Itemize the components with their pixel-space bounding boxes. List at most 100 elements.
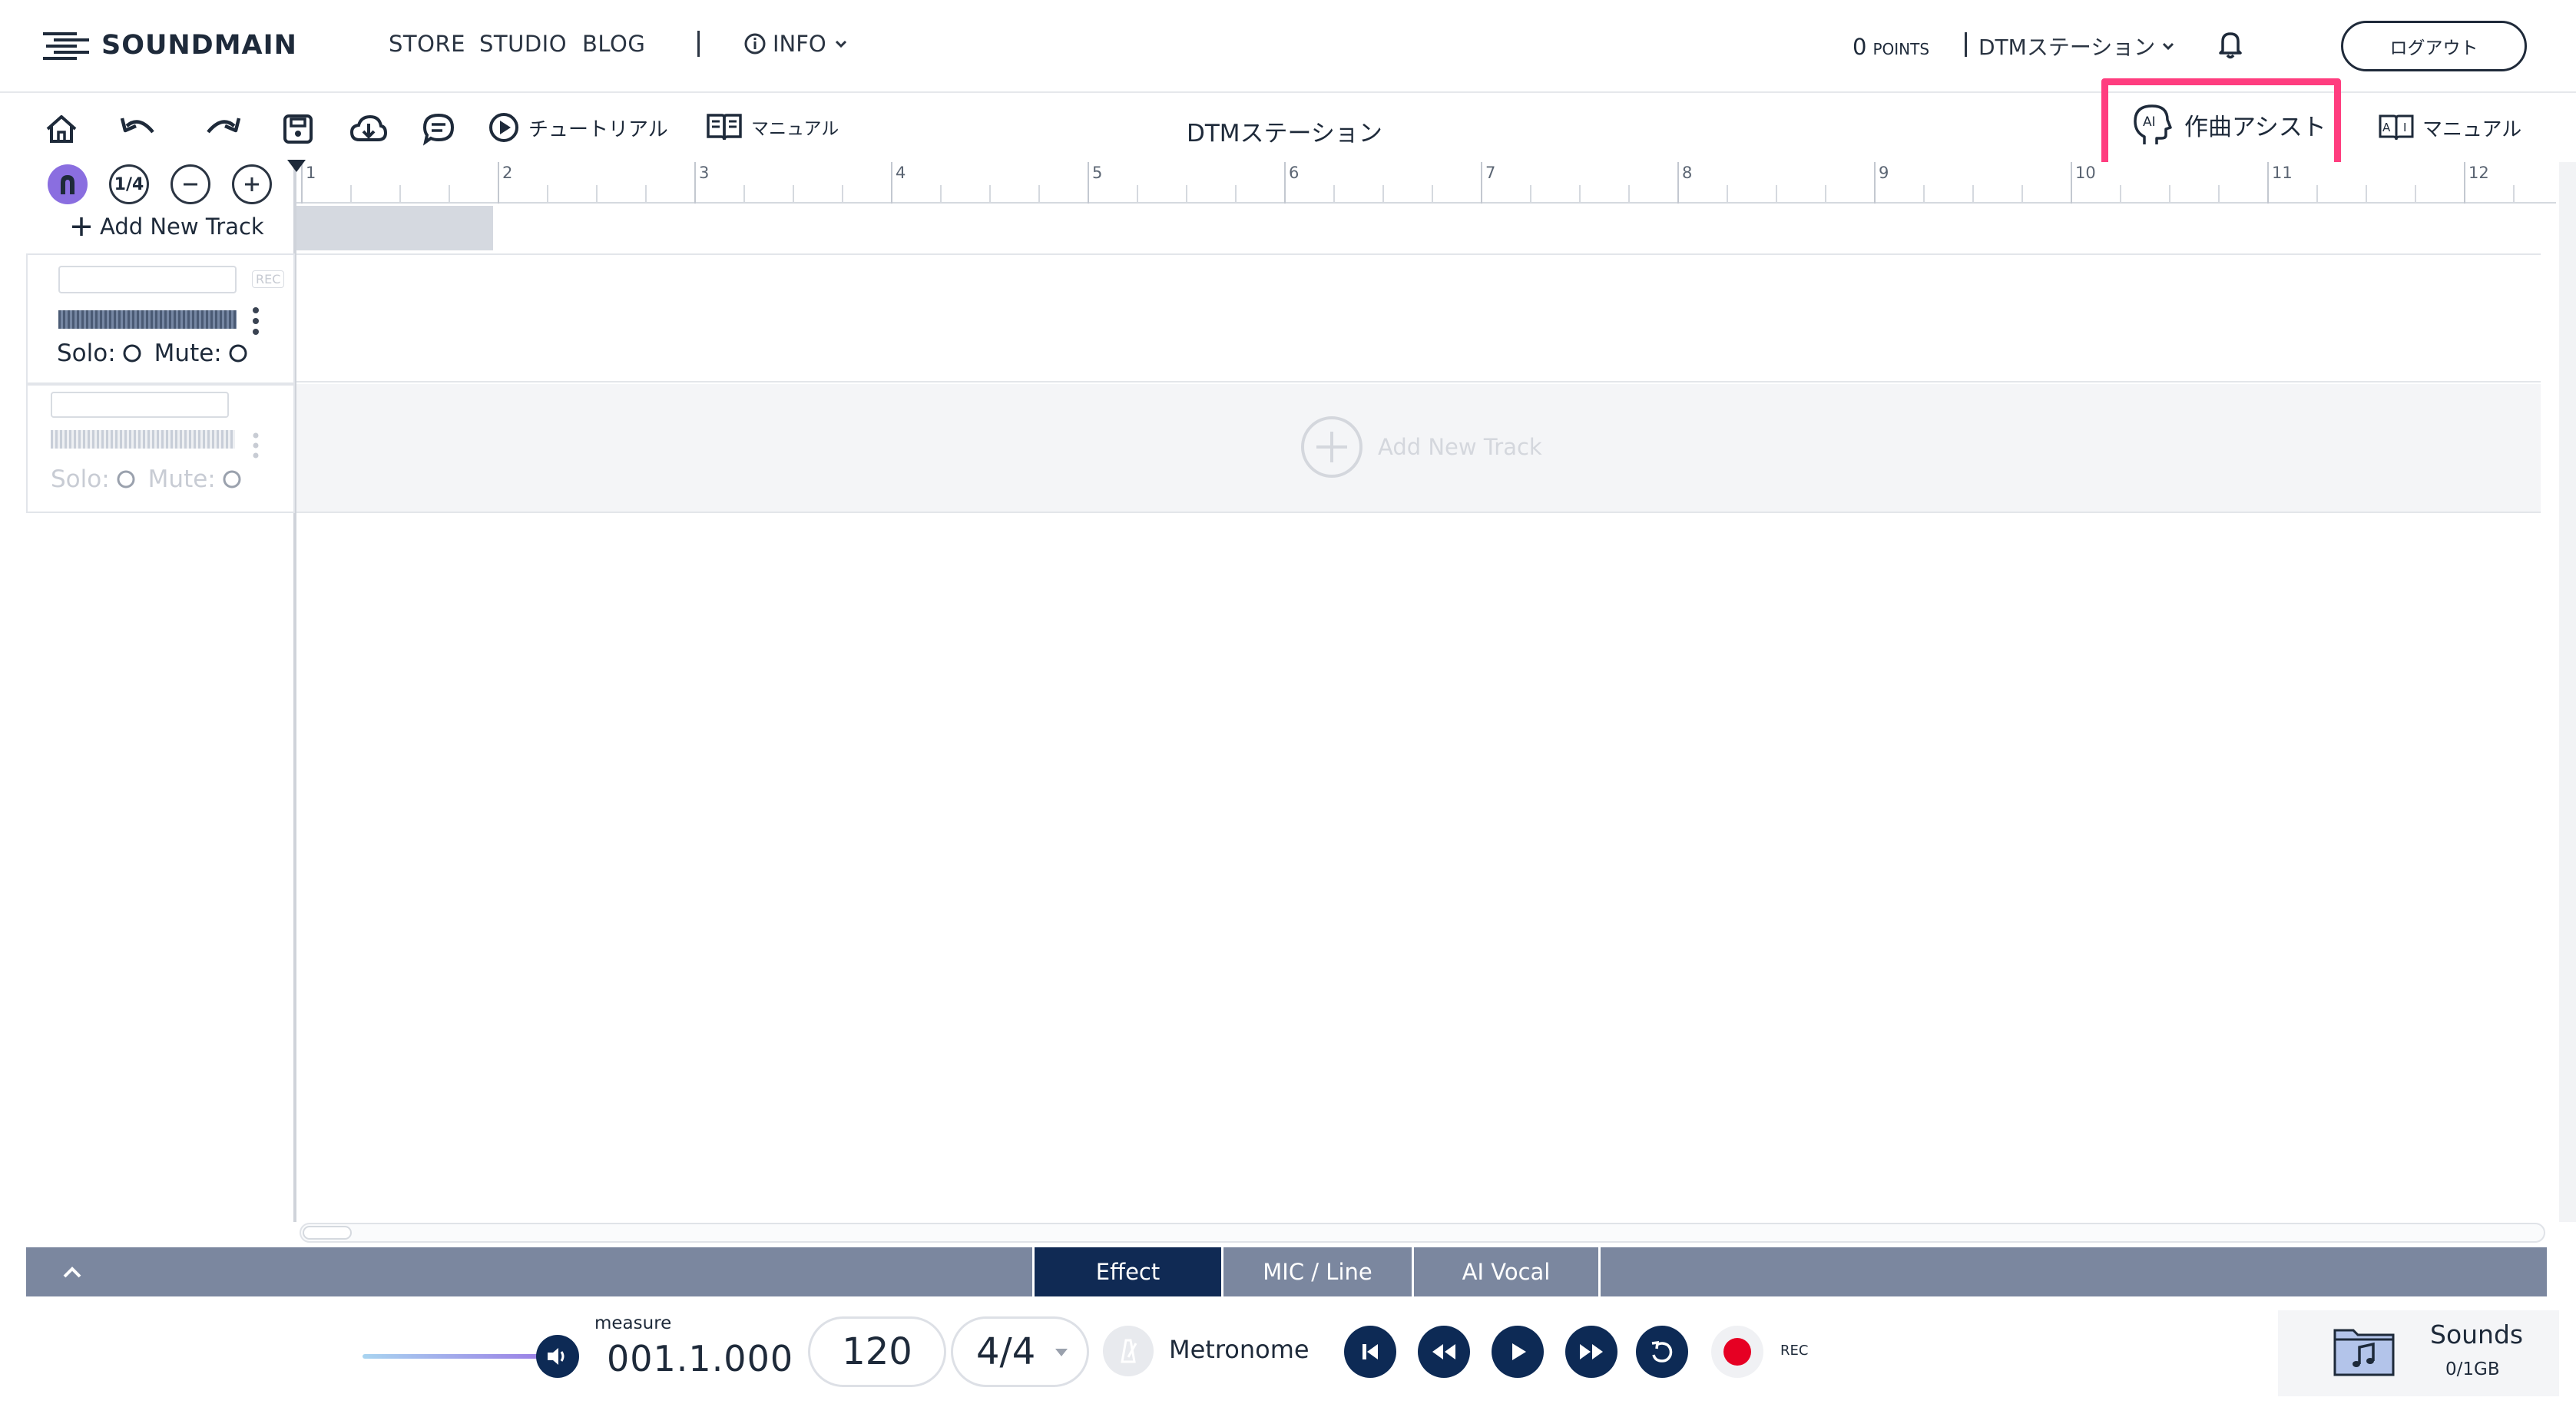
- add-track-label: Add New Track: [100, 214, 264, 240]
- nav-studio[interactable]: STUDIO: [479, 31, 567, 57]
- track-rec-badge[interactable]: REC: [252, 270, 285, 288]
- logout-button[interactable]: ログアウト: [2341, 21, 2527, 71]
- scrollbar-thumb[interactable]: [303, 1226, 352, 1240]
- solo-toggle-icon: [117, 470, 135, 488]
- fast-forward-button[interactable]: [1565, 1326, 1617, 1378]
- track-solo-mute: Solo: Mute:: [51, 465, 242, 493]
- download-button[interactable]: [347, 108, 390, 151]
- ruler-beat-tick: [1530, 185, 1531, 204]
- comment-button[interactable]: [417, 108, 460, 151]
- ai-assist-label: 作曲アシスト: [2184, 113, 2326, 141]
- ruler-measure-number: 12: [2468, 164, 2489, 182]
- solo-toggle-icon[interactable]: [122, 343, 142, 363]
- ruler-measure-number: 2: [502, 164, 513, 182]
- home-button[interactable]: [40, 108, 83, 151]
- nav-store[interactable]: STORE: [389, 31, 465, 57]
- points-value: 0: [1853, 34, 1867, 60]
- skip-back-button[interactable]: [1344, 1326, 1396, 1378]
- record-button[interactable]: [1711, 1326, 1763, 1378]
- home-icon: [46, 115, 77, 143]
- metronome-icon: [1121, 1339, 1137, 1363]
- redo-button[interactable]: [201, 108, 244, 151]
- chevron-up-icon: [63, 1267, 81, 1278]
- ruler-beat-tick: [1628, 185, 1630, 204]
- sounds-library-button[interactable]: Sounds 0/1GB: [2278, 1310, 2559, 1396]
- ruler-measure-line: [1481, 162, 1482, 204]
- zoom-in-button[interactable]: [232, 164, 272, 204]
- notification-bell[interactable]: [2217, 29, 2244, 60]
- undo-button[interactable]: [117, 108, 160, 151]
- time-signature-select[interactable]: 4/4: [951, 1316, 1089, 1387]
- ruler-beat-tick: [1825, 185, 1826, 204]
- ruler-beat-tick: [989, 185, 991, 204]
- track-header-placeholder: Solo: Mute:: [26, 384, 295, 513]
- plus-circle-icon: [1301, 416, 1362, 478]
- tempo-field[interactable]: 120: [808, 1316, 946, 1387]
- nav-divider: [697, 31, 700, 57]
- ruler-beat-tick: [350, 185, 352, 204]
- loop-region[interactable]: [296, 206, 493, 250]
- svg-text:I: I: [2403, 121, 2406, 134]
- horizontal-scrollbar[interactable]: [300, 1223, 2545, 1243]
- brand-logo[interactable]: SOUNDMAIN: [43, 26, 297, 65]
- add-track-button[interactable]: Add New Track: [69, 214, 264, 240]
- station-menu[interactable]: DTMステーション: [1978, 31, 2177, 61]
- track-volume-meter[interactable]: [58, 310, 237, 329]
- ruler-beat-tick: [1579, 185, 1581, 204]
- lane-add-track-button[interactable]: Add New Track: [1300, 415, 1542, 479]
- lane-add-track-label: Add New Track: [1378, 434, 1542, 460]
- ruler-measure-line: [1284, 162, 1286, 204]
- ruler-measure-line: [2267, 162, 2269, 204]
- time-signature-value: 4/4: [976, 1330, 1036, 1373]
- snap-toggle[interactable]: [48, 164, 88, 204]
- master-volume-button[interactable]: [536, 1335, 579, 1378]
- tab-mic-line[interactable]: MIC / Line: [1221, 1247, 1412, 1296]
- ruler-beat-tick: [793, 185, 794, 204]
- info-menu[interactable]: INFO: [743, 31, 849, 57]
- tutorial-label: チュートリアル: [528, 118, 668, 141]
- save-button[interactable]: [276, 108, 320, 151]
- track-header: REC Solo: Mute:: [26, 253, 295, 384]
- panel-toggle-button[interactable]: [57, 1258, 88, 1286]
- zoom-out-button[interactable]: [171, 164, 210, 204]
- music-folder-icon: [2333, 1329, 2395, 1376]
- project-title: DTMステーション: [1187, 120, 1382, 147]
- track-name-field[interactable]: [58, 266, 237, 293]
- track-lane[interactable]: [296, 253, 2541, 382]
- mute-label: Mute:: [154, 339, 222, 367]
- master-volume-slider[interactable]: [363, 1354, 544, 1359]
- rewind-button[interactable]: [1418, 1326, 1470, 1378]
- quantize-button[interactable]: 1/4: [109, 164, 149, 204]
- manual-button[interactable]: マニュアル: [705, 111, 839, 143]
- bell-icon: [2219, 32, 2242, 59]
- more-vertical-icon[interactable]: [250, 306, 261, 336]
- position-display[interactable]: 001.1.000: [607, 1338, 793, 1379]
- add-track-lane[interactable]: Add New Track: [296, 384, 2541, 513]
- ruler-beat-tick: [399, 185, 401, 204]
- ruler-beat-tick: [1776, 185, 1777, 204]
- ruler-beat-tick: [2316, 185, 2318, 204]
- tab-effect[interactable]: Effect: [1032, 1247, 1221, 1296]
- info-icon: [744, 33, 766, 55]
- ai-assist-button[interactable]: AI 作曲アシスト: [2131, 101, 2326, 147]
- ruler-beat-tick: [1432, 185, 1433, 204]
- playhead-marker-icon[interactable]: [286, 158, 307, 174]
- measure-label: measure: [594, 1313, 672, 1333]
- metronome-toggle[interactable]: [1103, 1326, 1154, 1376]
- manual-label: マニュアル: [751, 119, 839, 139]
- ruler-beat-tick: [940, 185, 942, 204]
- chevron-down-icon: [835, 40, 846, 48]
- vertical-scrollbar[interactable]: [2559, 162, 2576, 1222]
- book-icon: [707, 114, 742, 141]
- ruler-beat-tick: [1235, 185, 1237, 204]
- loop-button[interactable]: [1636, 1326, 1688, 1378]
- ruler-measure-line: [1088, 162, 1089, 204]
- tab-ai-vocal[interactable]: AI Vocal: [1412, 1247, 1601, 1296]
- tutorial-button[interactable]: チュートリアル: [487, 111, 668, 144]
- chevron-down-icon: [2163, 42, 2174, 51]
- ai-manual-button[interactable]: A I マニュアル: [2378, 112, 2521, 143]
- nav-blog[interactable]: BLOG: [582, 31, 645, 57]
- ruler-beat-tick: [645, 185, 647, 204]
- mute-toggle-icon[interactable]: [228, 343, 248, 363]
- play-button[interactable]: [1492, 1326, 1544, 1378]
